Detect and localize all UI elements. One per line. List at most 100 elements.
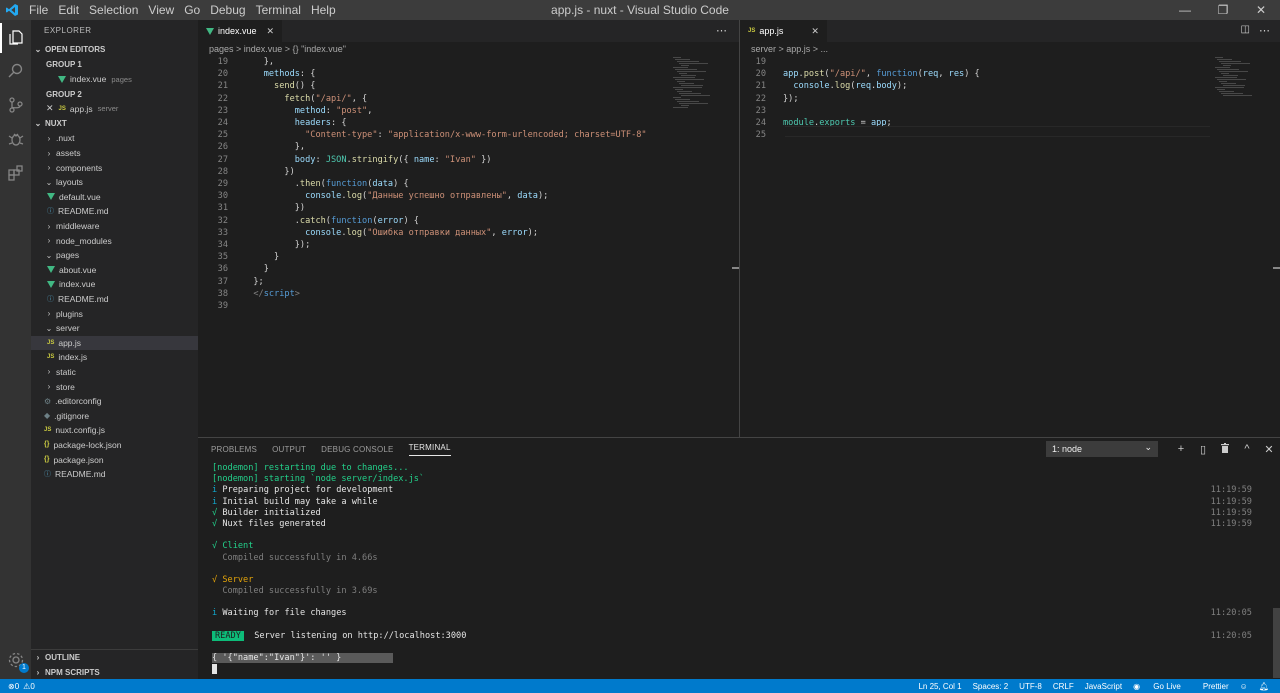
code-line[interactable]: }) (243, 167, 294, 177)
split-terminal-icon[interactable]: ▯ (1192, 443, 1214, 456)
panel-tab-output[interactable]: OUTPUT (272, 445, 306, 454)
code-line[interactable]: method: "post", (243, 106, 373, 116)
code-line[interactable]: body: JSON.stringify({ name: "Ivan" }) (243, 155, 492, 165)
tree-item[interactable]: ◆ .gitignore (31, 408, 198, 423)
close-editor-icon[interactable]: ✕ (46, 103, 54, 114)
menu-file[interactable]: File (24, 0, 53, 20)
code-line[interactable]: app.post("/api/", function(req, res) { (783, 69, 980, 79)
tree-item[interactable]: index.vue (31, 277, 198, 292)
code-line[interactable]: console.log("Данные успешно отправлены",… (243, 191, 548, 201)
menu-terminal[interactable]: Terminal (251, 0, 306, 20)
source-control-icon[interactable] (4, 93, 27, 116)
tree-item[interactable]: ⌄ layouts (31, 175, 198, 190)
menu-selection[interactable]: Selection (84, 0, 143, 20)
cursor-position[interactable]: Ln 25, Col 1 (918, 682, 961, 691)
close-tab-icon[interactable]: ✕ (811, 26, 819, 37)
open-editor-index-vue[interactable]: index.vue pages (31, 72, 198, 87)
split-editor-icon[interactable]: ◫ (1241, 24, 1250, 35)
open-editors-header[interactable]: ⌄ OPEN EDITORS (31, 42, 198, 57)
go-live-button[interactable]: ◉ Go Live (1133, 682, 1192, 691)
tree-item[interactable]: ⓘ README.md (31, 292, 198, 307)
panel-tab-problems[interactable]: PROBLEMS (211, 445, 257, 454)
menu-help[interactable]: Help (306, 0, 341, 20)
tree-item[interactable]: › plugins (31, 306, 198, 321)
maximize-button[interactable]: ❐ (1204, 0, 1242, 20)
code-line[interactable]: } (243, 252, 279, 262)
minimap-left[interactable] (673, 57, 733, 117)
code-line[interactable]: send() { (243, 81, 315, 91)
feedback-icon[interactable]: ☺ (1240, 682, 1248, 691)
menu-edit[interactable]: Edit (53, 0, 84, 20)
breadcrumb[interactable]: pages > index.vue > {} "index.vue" (198, 42, 739, 57)
warnings-icon[interactable]: ⚠ (23, 682, 30, 691)
tree-item[interactable]: ⓘ README.md (31, 204, 198, 219)
tree-item[interactable]: ⌄ server (31, 321, 198, 336)
kill-terminal-icon[interactable] (1214, 442, 1236, 456)
tree-item[interactable]: › node_modules (31, 233, 198, 248)
tree-item[interactable]: JS index.js (31, 350, 198, 365)
code-line[interactable]: .catch(function(error) { (243, 216, 419, 226)
code-line[interactable]: }, (243, 57, 274, 67)
prettier-button[interactable]: Prettier (1203, 682, 1229, 691)
code-line[interactable]: }); (783, 94, 799, 104)
tree-item[interactable]: › middleware (31, 219, 198, 234)
search-icon[interactable] (4, 59, 27, 82)
tree-item[interactable]: › components (31, 160, 198, 175)
breadcrumb[interactable]: server > app.js > ... (740, 42, 1280, 57)
panel-tab-terminal[interactable]: TERMINAL (408, 443, 451, 456)
code-line[interactable]: </script> (243, 289, 300, 299)
project-header[interactable]: ⌄ NUXT (31, 116, 198, 131)
errors-icon[interactable]: ⊗ (8, 682, 15, 691)
tree-item[interactable]: JS app.js (31, 335, 198, 351)
editor-split-divider[interactable] (739, 20, 740, 437)
npm-scripts-header[interactable]: › NPM SCRIPTS (31, 665, 198, 679)
terminal-output[interactable]: [nodemon] restarting due to changes... [n… (212, 463, 1252, 676)
encoding[interactable]: UTF-8 (1019, 682, 1042, 691)
more-actions-icon[interactable]: ⋯ (1259, 24, 1270, 37)
debug-icon[interactable] (4, 127, 27, 150)
outline-header[interactable]: › OUTLINE (31, 650, 198, 665)
code-line[interactable]: }); (243, 240, 311, 250)
line-ending[interactable]: CRLF (1053, 682, 1074, 691)
panel-tab-debug-console[interactable]: DEBUG CONSOLE (321, 445, 393, 454)
tree-item[interactable]: ⓘ README.md (31, 467, 198, 482)
menu-view[interactable]: View (143, 0, 179, 20)
tree-item[interactable]: {} package.json (31, 452, 198, 467)
tree-item[interactable]: JS nuxt.config.js (31, 423, 198, 438)
maximize-panel-icon[interactable]: ^ (1236, 443, 1258, 455)
tab-index-vue[interactable]: index.vue ✕ (198, 20, 283, 42)
indentation[interactable]: Spaces: 2 (973, 682, 1009, 691)
code-line[interactable]: headers: { (243, 118, 347, 128)
close-window-button[interactable]: ✕ (1242, 0, 1280, 20)
tree-item[interactable]: ⚙ .editorconfig (31, 394, 198, 409)
terminal-scrollbar[interactable] (1273, 608, 1280, 678)
code-line[interactable]: }) (243, 203, 305, 213)
explorer-icon[interactable] (4, 25, 27, 48)
tree-item[interactable]: › static (31, 365, 198, 380)
more-actions-icon[interactable]: ⋯ (716, 24, 727, 37)
tree-item[interactable]: › assets (31, 146, 198, 161)
close-panel-icon[interactable]: ✕ (1258, 443, 1280, 456)
tree-item[interactable]: {} package-lock.json (31, 438, 198, 453)
code-line[interactable]: }; (243, 277, 263, 287)
code-editor-right[interactable]: 19 20 app.post("/api/", function(req, res)… (740, 57, 1210, 437)
code-line[interactable]: console.log(req.body); (783, 81, 907, 91)
open-editor-app-js[interactable]: ✕ JS app.js server (31, 102, 198, 117)
terminal-select[interactable]: 1: node (1046, 440, 1158, 457)
code-line[interactable]: "Content-type": "application/x-www-form-… (243, 130, 647, 140)
errors-count[interactable]: 0 (15, 682, 19, 691)
scrollbar-right[interactable] (1273, 267, 1280, 269)
warnings-count[interactable]: 0 (30, 682, 34, 691)
code-editor-left[interactable]: 19 }, 20 methods: {21 send() {22 fetch("/… (198, 57, 668, 437)
menu-debug[interactable]: Debug (205, 0, 250, 20)
menu-go[interactable]: Go (179, 0, 205, 20)
tree-item[interactable]: about.vue (31, 263, 198, 278)
code-line[interactable]: .then(function(data) { (243, 179, 409, 189)
settings-gear-icon[interactable]: 1 (4, 648, 29, 673)
code-line[interactable]: console.log("Ошибка отправки данных", er… (243, 228, 538, 238)
tree-item[interactable]: ⌄ pages (31, 248, 198, 263)
notifications-icon[interactable]: 🔔︎ (1259, 682, 1269, 691)
tree-item[interactable]: › .nuxt (31, 131, 198, 146)
code-line[interactable]: methods: { (243, 69, 316, 79)
tree-item[interactable]: default.vue (31, 190, 198, 205)
